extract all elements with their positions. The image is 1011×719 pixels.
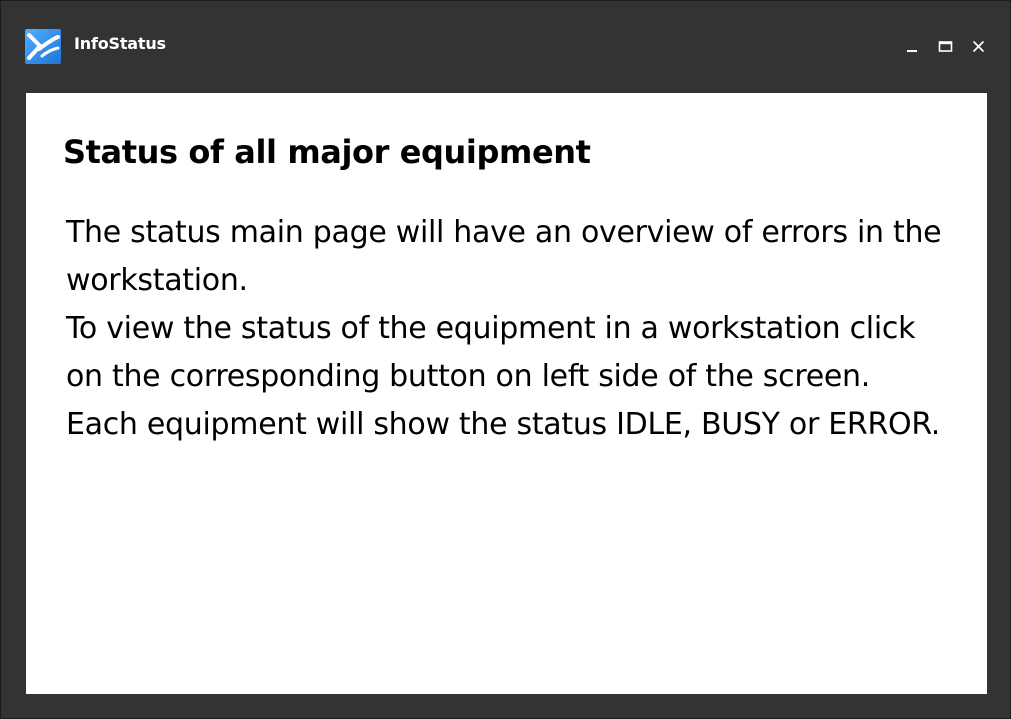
app-window: InfoStatus Status of all major equipment… bbox=[0, 0, 1011, 719]
description-text: The status main page will have an overvi… bbox=[66, 209, 956, 449]
infostatus-logo-icon bbox=[25, 29, 61, 64]
window-controls bbox=[905, 34, 986, 58]
page-title: Status of all major equipment bbox=[63, 133, 591, 171]
title-bar[interactable]: InfoStatus bbox=[1, 1, 1010, 93]
description-paragraph: Each equipment will show the status IDLE… bbox=[66, 407, 941, 442]
minimize-icon[interactable] bbox=[905, 39, 920, 54]
maximize-icon[interactable] bbox=[938, 39, 953, 54]
description-paragraph: To view the status of the equipment in a… bbox=[66, 311, 916, 394]
content-panel: Status of all major equipment The status… bbox=[26, 93, 987, 694]
app-title: InfoStatus bbox=[74, 34, 166, 53]
close-icon[interactable] bbox=[971, 39, 986, 54]
description-paragraph: The status main page will have an overvi… bbox=[66, 215, 942, 298]
